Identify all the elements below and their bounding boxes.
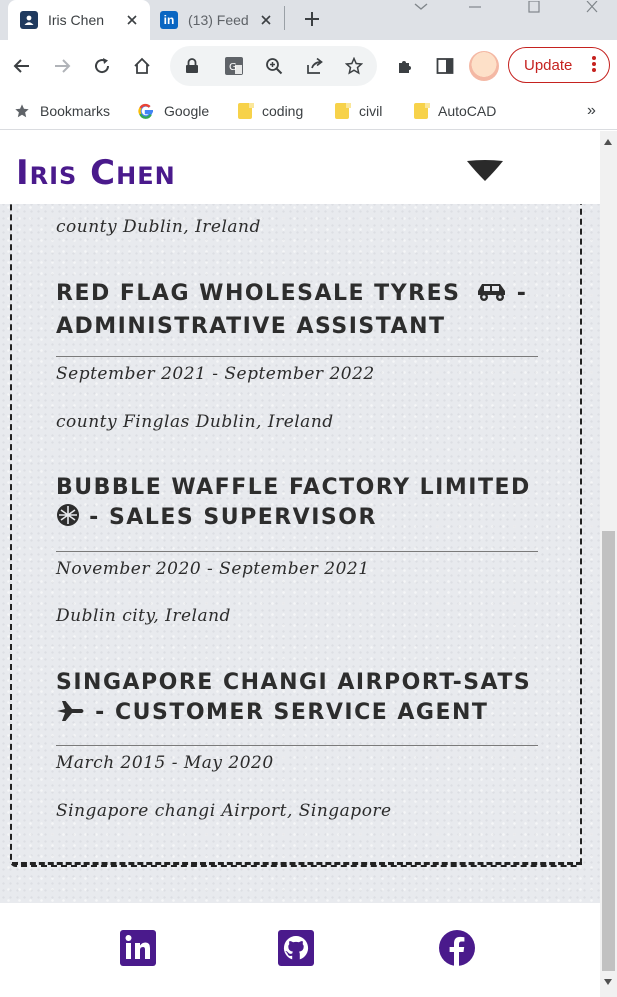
job-location: Singapore changi Airport, Singapore bbox=[56, 801, 392, 821]
job-company: Red Flag Wholesale Tyres bbox=[56, 281, 461, 306]
arrow-left-icon bbox=[13, 59, 29, 73]
previous-job-location: county Dublin, Ireland bbox=[56, 217, 261, 237]
lock-icon[interactable] bbox=[182, 56, 202, 76]
arrow-right-icon bbox=[55, 59, 71, 73]
job-divider bbox=[56, 745, 538, 746]
scroll-down-arrow-icon[interactable] bbox=[604, 979, 612, 985]
airplane-icon bbox=[56, 700, 86, 731]
share-icon[interactable] bbox=[305, 56, 325, 76]
folder-icon bbox=[238, 103, 254, 119]
facebook-link[interactable] bbox=[439, 930, 475, 966]
tab-title: (13) Feed bbox=[188, 12, 249, 28]
address-bar[interactable]: G bbox=[170, 46, 377, 86]
job-dates: March 2015 - May 2020 bbox=[56, 753, 274, 773]
linkedin-link[interactable] bbox=[120, 930, 156, 966]
car-icon bbox=[476, 281, 508, 312]
reload-button[interactable] bbox=[88, 52, 116, 80]
page-scrollbar[interactable] bbox=[600, 131, 617, 997]
job-role: - Customer Service Agent bbox=[95, 700, 489, 725]
site-header: Iris Chen bbox=[0, 131, 600, 204]
update-label: Update bbox=[524, 56, 573, 74]
close-tab-icon[interactable] bbox=[258, 12, 274, 28]
contact-card-icon bbox=[20, 11, 38, 29]
bookmark-star-icon[interactable] bbox=[344, 56, 364, 76]
job-title-red-flag: Red Flag Wholesale Tyres - Administrativ… bbox=[56, 279, 542, 342]
linkedin-icon: in bbox=[160, 11, 178, 29]
waffle-icon bbox=[56, 503, 80, 536]
folder-icon bbox=[335, 103, 351, 119]
bookmark-bookmarks[interactable]: Bookmarks bbox=[14, 100, 110, 122]
job-location: county Finglas Dublin, Ireland bbox=[56, 412, 334, 432]
close-tab-icon[interactable] bbox=[124, 12, 140, 28]
puzzle-icon bbox=[399, 61, 411, 73]
update-button[interactable]: Update bbox=[508, 47, 610, 83]
resume-paper-background: county Dublin, Ireland Red Flag Wholesal… bbox=[0, 131, 600, 903]
reload-icon bbox=[95, 58, 110, 74]
maximize-icon bbox=[528, 1, 540, 13]
bookmarks-bar: Bookmarks Google coding civil AutoCAD » bbox=[0, 92, 617, 130]
more-vert-icon bbox=[592, 56, 596, 72]
tab-strip: Iris Chen in (13) Feed bbox=[0, 0, 617, 40]
translate-icon[interactable]: G bbox=[224, 56, 244, 76]
job-title-changi-airport: Singapore Changi Airport-SATS - Customer… bbox=[56, 668, 542, 731]
side-panel-button[interactable] bbox=[431, 52, 459, 80]
linkedin-icon bbox=[120, 930, 156, 966]
maximize-button[interactable] bbox=[525, 0, 543, 14]
close-icon bbox=[586, 1, 598, 13]
google-icon bbox=[138, 103, 154, 119]
new-tab-button[interactable] bbox=[298, 6, 326, 32]
tab-search-button[interactable] bbox=[412, 0, 430, 14]
job-dates: September 2021 - September 2022 bbox=[56, 364, 375, 384]
job-title-bubble-waffle: Bubble Waffle Factory Limited - Sales Su… bbox=[56, 473, 542, 536]
browser-toolbar: G Update bbox=[0, 40, 617, 92]
back-button[interactable] bbox=[8, 52, 36, 80]
bookmark-google[interactable]: Google bbox=[138, 100, 209, 122]
bookmark-coding[interactable]: coding bbox=[238, 100, 303, 122]
site-footer bbox=[0, 903, 600, 997]
close-window-button[interactable] bbox=[583, 0, 601, 14]
menu-toggle-button[interactable] bbox=[465, 159, 505, 183]
tab-iris-chen[interactable]: Iris Chen bbox=[8, 0, 150, 40]
job-role: - Sales Supervisor bbox=[89, 505, 377, 530]
minimize-button[interactable] bbox=[466, 0, 484, 14]
scroll-up-arrow-icon[interactable] bbox=[604, 139, 612, 145]
triangle-down-icon bbox=[467, 160, 503, 181]
chevron-down-icon bbox=[414, 3, 428, 10]
github-link[interactable] bbox=[278, 930, 314, 966]
job-company: Bubble Waffle Factory Limited bbox=[56, 475, 531, 500]
github-icon bbox=[278, 930, 314, 966]
zoom-icon[interactable] bbox=[264, 56, 284, 76]
site-brand[interactable]: Iris Chen bbox=[16, 153, 176, 193]
minimize-icon bbox=[469, 6, 481, 8]
bookmark-civil[interactable]: civil bbox=[335, 100, 382, 122]
job-divider bbox=[56, 551, 538, 552]
page-viewport: county Dublin, Ireland Red Flag Wholesal… bbox=[0, 131, 600, 997]
tab-title: Iris Chen bbox=[48, 12, 105, 28]
job-dates: November 2020 - September 2021 bbox=[56, 559, 370, 579]
scrollbar-thumb[interactable] bbox=[602, 531, 615, 971]
tab-linkedin-feed[interactable]: in (13) Feed bbox=[150, 0, 284, 40]
forward-button[interactable] bbox=[48, 52, 76, 80]
job-location: Dublin city, Ireland bbox=[56, 606, 231, 626]
extensions-button[interactable] bbox=[391, 52, 419, 80]
home-button[interactable] bbox=[128, 52, 156, 80]
profile-avatar[interactable] bbox=[469, 51, 499, 81]
facebook-icon bbox=[439, 930, 475, 966]
card-bottom-border bbox=[12, 862, 582, 865]
bookmarks-overflow-button[interactable]: » bbox=[587, 100, 596, 122]
star-icon bbox=[14, 103, 30, 119]
plus-icon bbox=[305, 12, 319, 26]
tab-separator bbox=[284, 6, 285, 30]
bookmark-autocad[interactable]: AutoCAD bbox=[414, 100, 496, 122]
folder-icon bbox=[414, 103, 430, 119]
side-panel-icon bbox=[436, 58, 454, 74]
job-divider bbox=[56, 356, 538, 357]
job-company: Singapore Changi Airport-SATS bbox=[56, 670, 532, 695]
home-icon bbox=[134, 57, 150, 74]
